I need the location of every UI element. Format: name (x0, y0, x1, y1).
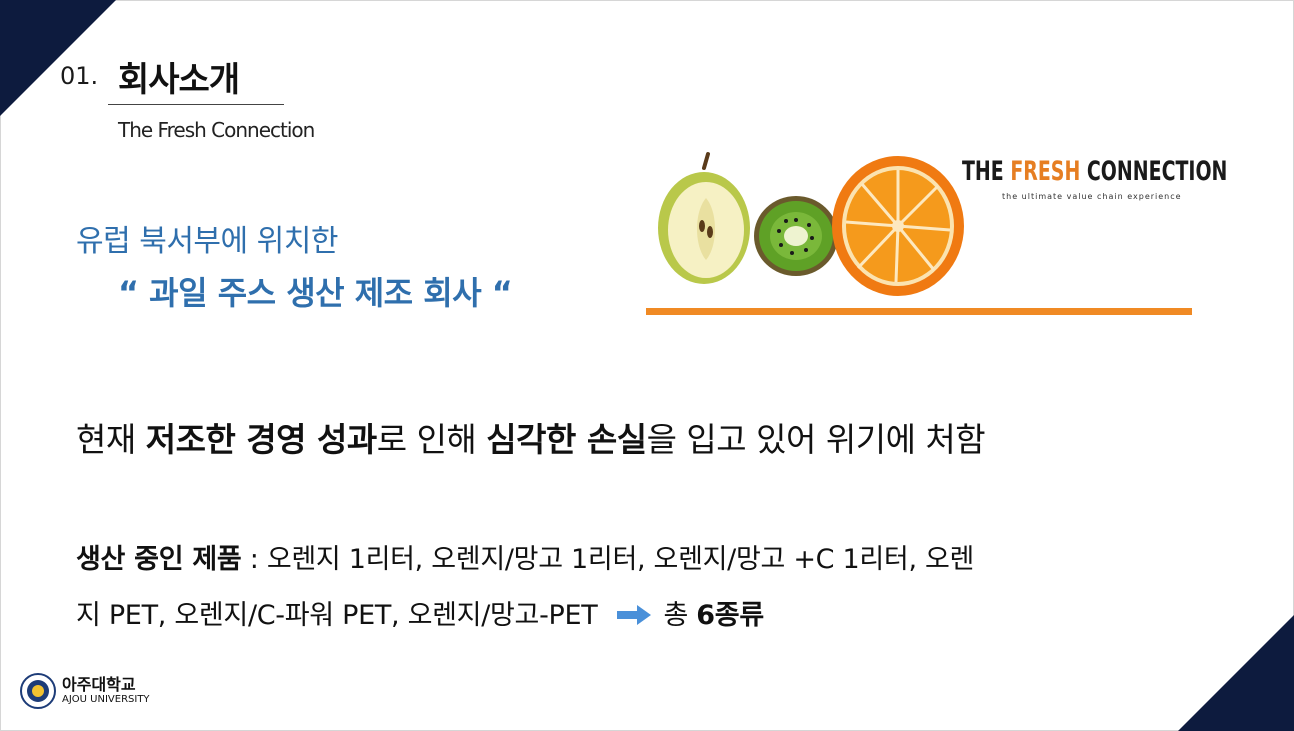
slide: 01. 회사소개 The Fresh Connection 유럽 북서부에 위치… (0, 0, 1294, 731)
section-number: 01. (60, 62, 99, 90)
products-line-2: 지 PET, 오렌지/C-파워 PET, 오렌지/망고-PET 총 6종류 (76, 600, 764, 632)
university-emblem-icon (20, 673, 56, 709)
corner-decoration-top-left (0, 0, 116, 116)
corner-decoration-bottom-right (1178, 615, 1294, 731)
title-underline (108, 104, 284, 105)
university-logo: 아주대학교 AJOU UNIVERSITY (20, 673, 150, 709)
orange-divider (646, 308, 1192, 315)
headline-company-type: “ 과일 주스 생산 제조 회사 “ (118, 274, 513, 312)
products-line-1: 생산 중인 제품 : 오렌지 1리터, 오렌지/망고 1리터, 오렌지/망고 +… (76, 544, 975, 575)
fresh-connection-logo: THE FRESH CONNECTION (962, 156, 1228, 187)
university-name-korean: 아주대학교 (62, 675, 136, 694)
right-arrow-icon (617, 601, 652, 632)
kiwi-half-icon (754, 196, 838, 276)
headline-location: 유럽 북서부에 위치한 (76, 224, 338, 259)
orange-half-icon (832, 156, 964, 296)
section-title: 회사소개 (118, 60, 240, 100)
brand-tagline: the ultimate value chain experience (1002, 192, 1182, 201)
university-name-english: AJOU UNIVERSITY (62, 694, 150, 705)
fresh-connection-banner: THE FRESH CONNECTION the ultimate value … (646, 150, 1227, 320)
apple-half-icon (658, 152, 750, 284)
company-status-text: 현재 저조한 경영 성과로 인해 심각한 손실을 입고 있어 위기에 처함 (76, 420, 986, 459)
section-subtitle: The Fresh Connection (118, 118, 315, 142)
